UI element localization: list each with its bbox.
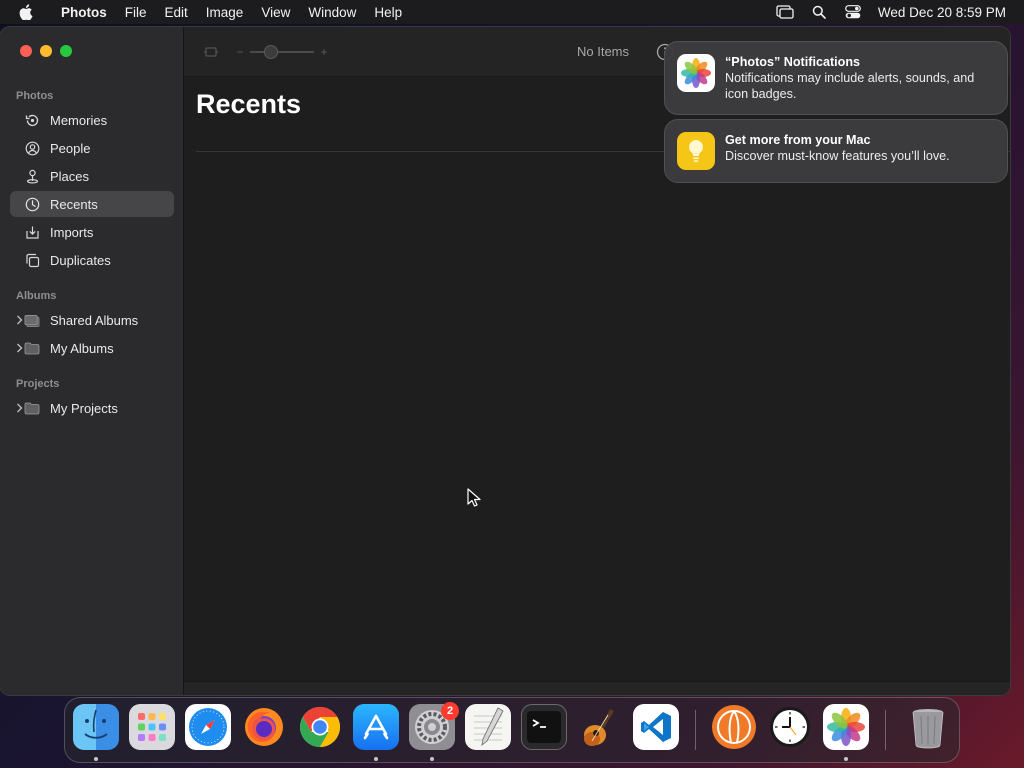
zoom-track[interactable] bbox=[250, 45, 314, 59]
sidebar-item-places[interactable]: Places bbox=[10, 163, 174, 189]
clock-icon[interactable] bbox=[767, 704, 813, 750]
sidebar-section-photos: Photos bbox=[16, 90, 54, 102]
sidebar-item-label: Recents bbox=[50, 196, 98, 212]
places-icon bbox=[24, 168, 40, 184]
notification-body: Discover must-know features you’ll love. bbox=[725, 149, 950, 163]
tips-app-icon bbox=[677, 132, 715, 170]
terminal-icon[interactable] bbox=[521, 704, 567, 750]
page-title: Recents bbox=[196, 89, 302, 119]
sidebar-item-label: Shared Albums bbox=[50, 312, 139, 328]
textedit-icon[interactable] bbox=[465, 704, 511, 750]
folder-icon bbox=[24, 400, 40, 416]
duplicates-icon bbox=[24, 252, 40, 268]
sidebar-item-label: Imports bbox=[50, 224, 94, 240]
sidebar-item-imports[interactable]: Imports bbox=[10, 219, 174, 245]
notification-tips[interactable]: Get more from your Mac Discover must-kno… bbox=[664, 119, 1008, 183]
folder-icon bbox=[24, 340, 40, 356]
zoom-in-icon[interactable]: + bbox=[318, 45, 330, 59]
chevron-right-icon[interactable] bbox=[14, 313, 24, 327]
running-indicator bbox=[844, 757, 848, 761]
chevron-right-icon[interactable] bbox=[14, 341, 24, 355]
sidebar-item-shared-albums[interactable]: Shared Albums bbox=[10, 307, 174, 333]
close-window-button[interactable] bbox=[20, 45, 32, 57]
sidebar-item-duplicates[interactable]: Duplicates bbox=[10, 247, 174, 273]
notification-title: “Photos” Notifications bbox=[725, 55, 861, 69]
notification-title: Get more from your Mac bbox=[725, 133, 871, 147]
notification-photos[interactable]: “Photos” Notifications Notifications may… bbox=[664, 41, 1008, 115]
dock-separator bbox=[695, 710, 696, 750]
minimize-window-button[interactable] bbox=[40, 45, 52, 57]
people-icon bbox=[24, 140, 40, 156]
dock: 2 bbox=[64, 697, 960, 763]
sidebar-item-recents[interactable]: Recents bbox=[10, 191, 174, 217]
menu-bar: Photos File Edit Image View Window Help … bbox=[0, 0, 1024, 24]
garageband-icon[interactable] bbox=[577, 704, 623, 750]
sidebar-item-label: My Albums bbox=[50, 340, 114, 356]
sidebar-item-label: Places bbox=[50, 168, 90, 184]
notification-text: Get more from your Mac Discover must-kno… bbox=[725, 132, 950, 164]
zoom-out-icon[interactable]: − bbox=[234, 45, 246, 59]
menu-window[interactable]: Window bbox=[299, 5, 365, 20]
launchpad-icon[interactable] bbox=[129, 704, 175, 750]
photos-icon[interactable] bbox=[823, 704, 869, 750]
bottom-bar bbox=[184, 681, 1010, 695]
chevron-right-icon[interactable] bbox=[14, 401, 24, 415]
sidebar-item-label: People bbox=[50, 140, 91, 156]
dock-separator bbox=[885, 710, 886, 750]
sidebar-item-my-albums[interactable]: My Albums bbox=[10, 335, 174, 361]
sidebar-item-label: Memories bbox=[50, 112, 108, 128]
menu-image[interactable]: Image bbox=[197, 5, 253, 20]
mouse-cursor-icon bbox=[467, 488, 481, 508]
chrome-icon[interactable] bbox=[297, 704, 343, 750]
vscode-icon[interactable] bbox=[633, 704, 679, 750]
firefox-icon[interactable] bbox=[241, 704, 287, 750]
imports-icon bbox=[24, 224, 40, 240]
zoom-slider-handle[interactable] bbox=[264, 45, 278, 59]
recents-icon bbox=[24, 196, 40, 212]
menu-help[interactable]: Help bbox=[365, 5, 411, 20]
notification-badge: 2 bbox=[441, 702, 459, 720]
anaconda-navigator-icon[interactable] bbox=[711, 704, 757, 750]
sidebar-item-memories[interactable]: Memories bbox=[10, 107, 174, 133]
sidebar: Photos Memories People Places Recents Im… bbox=[0, 27, 184, 695]
zoom-slider[interactable]: − + bbox=[234, 43, 330, 61]
shared-albums-icon bbox=[24, 312, 40, 328]
slideshow-icon[interactable] bbox=[202, 43, 220, 61]
sidebar-item-my-projects[interactable]: My Projects bbox=[10, 395, 174, 421]
app-store-icon[interactable] bbox=[353, 704, 399, 750]
zoom-window-button[interactable] bbox=[60, 45, 72, 57]
sidebar-item-label: My Projects bbox=[50, 400, 118, 416]
notification-text: “Photos” Notifications Notifications may… bbox=[725, 54, 995, 102]
menu-clock[interactable]: Wed Dec 20 8:59 PM bbox=[878, 5, 1006, 20]
control-center-icon[interactable] bbox=[836, 5, 870, 19]
sidebar-item-label: Duplicates bbox=[50, 252, 111, 268]
menu-file[interactable]: File bbox=[116, 5, 156, 20]
sidebar-section-albums: Albums bbox=[16, 290, 57, 302]
apple-menu-icon[interactable] bbox=[0, 4, 52, 20]
menu-edit[interactable]: Edit bbox=[156, 5, 197, 20]
screen-mirroring-icon[interactable] bbox=[768, 5, 802, 19]
menu-app-name[interactable]: Photos bbox=[52, 5, 116, 20]
trash-icon[interactable] bbox=[905, 704, 951, 750]
items-count-status: No Items bbox=[577, 44, 630, 59]
running-indicator bbox=[94, 757, 98, 761]
sidebar-section-projects: Projects bbox=[16, 378, 60, 390]
safari-icon[interactable] bbox=[185, 704, 231, 750]
window-controls bbox=[20, 45, 72, 57]
spotlight-search-icon[interactable] bbox=[802, 5, 836, 19]
finder-icon[interactable] bbox=[73, 704, 119, 750]
running-indicator bbox=[430, 757, 434, 761]
notification-body: Notifications may include alerts, sounds… bbox=[725, 71, 975, 101]
menu-view[interactable]: View bbox=[252, 5, 299, 20]
photos-app-icon bbox=[677, 54, 715, 92]
sidebar-item-people[interactable]: People bbox=[10, 135, 174, 161]
memories-icon bbox=[24, 112, 40, 128]
running-indicator bbox=[374, 757, 378, 761]
